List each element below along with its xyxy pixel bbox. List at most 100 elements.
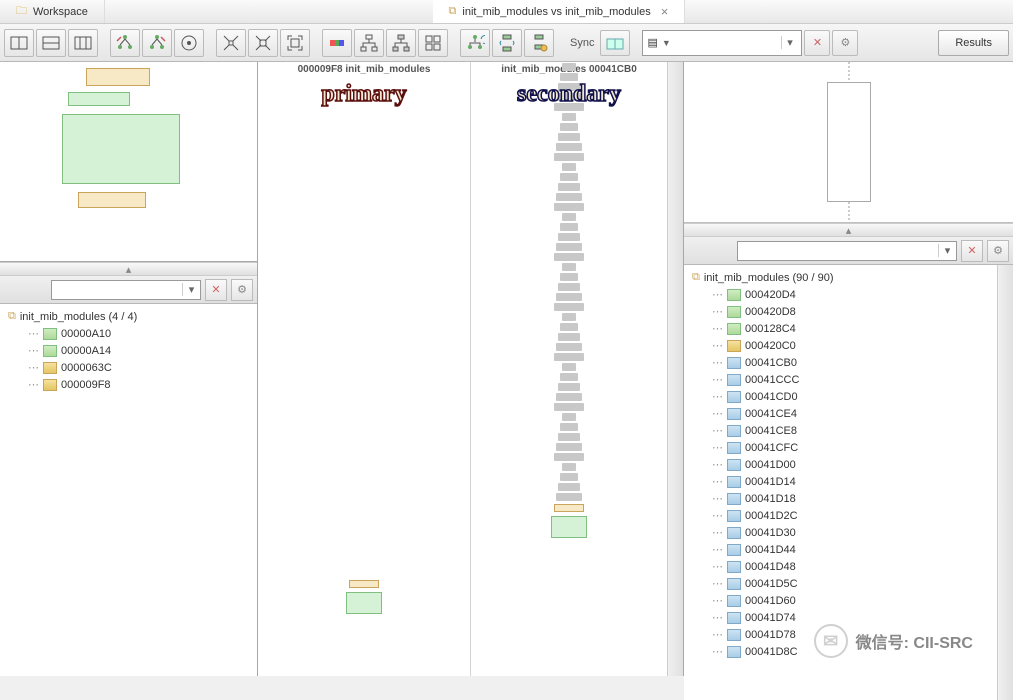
minimap-pane[interactable] bbox=[684, 62, 1013, 223]
filter-dropdown[interactable]: ▤ ▼ ▾ bbox=[642, 30, 802, 56]
block-button-1[interactable] bbox=[418, 29, 448, 57]
layout-button-2[interactable] bbox=[36, 29, 66, 57]
tree-item-label: 00000A14 bbox=[61, 345, 111, 357]
overview-block-1 bbox=[86, 68, 150, 86]
hierarchy-button-1[interactable] bbox=[354, 29, 384, 57]
secondary-block-yellow bbox=[554, 504, 584, 512]
tree-item[interactable]: ⋯00041D60 bbox=[688, 592, 993, 609]
tree-item[interactable]: ⋯00041D5C bbox=[688, 575, 993, 592]
tree-item[interactable]: ⋯000420D8 bbox=[688, 303, 993, 320]
left-tree-settings-button[interactable]: ⚙ bbox=[231, 279, 253, 301]
tree-item[interactable]: ⋯00041D44 bbox=[688, 541, 993, 558]
folder-icon bbox=[727, 527, 741, 539]
secondary-scrollbar[interactable] bbox=[667, 62, 683, 676]
tree-item[interactable]: ⋯00041CCC bbox=[688, 371, 993, 388]
folder-icon bbox=[727, 323, 741, 335]
tree-item[interactable]: ⋯000009F8 bbox=[4, 376, 253, 393]
folder-icon: 🗀 bbox=[16, 2, 27, 21]
tree-item[interactable]: ⋯00000A14 bbox=[4, 342, 253, 359]
close-icon[interactable]: × bbox=[661, 4, 669, 19]
tree-item[interactable]: ⋯00041CFC bbox=[688, 439, 993, 456]
left-tree-filter-combo[interactable]: ▾ bbox=[51, 280, 201, 300]
clear-filter-button[interactable]: ✕ bbox=[804, 30, 830, 56]
tree-item[interactable]: ⋯00041CE4 bbox=[688, 405, 993, 422]
right-tree-content[interactable]: ⧉ init_mib_modules (90 / 90) ⋯000420D4⋯0… bbox=[684, 265, 997, 700]
tree-item[interactable]: ⋯00041D14 bbox=[688, 473, 993, 490]
dropdown-button[interactable]: ▾ bbox=[781, 36, 797, 49]
tree-cycle-button[interactable] bbox=[492, 29, 522, 57]
graph-mini-block bbox=[560, 473, 578, 481]
expand-button[interactable] bbox=[216, 29, 246, 57]
left-tree-root[interactable]: ⧉ init_mib_modules (4 / 4) bbox=[4, 308, 253, 325]
graph-mini-block bbox=[558, 283, 580, 291]
tree-item[interactable]: ⋯00041D8C bbox=[688, 643, 993, 660]
tree-item[interactable]: ⋯00041CE8 bbox=[688, 422, 993, 439]
tree-item[interactable]: ⋯00041D00 bbox=[688, 456, 993, 473]
graph-button-1[interactable] bbox=[110, 29, 140, 57]
tree-item[interactable]: ⋯00041D48 bbox=[688, 558, 993, 575]
right-tree-filter-combo[interactable]: ▾ bbox=[737, 241, 957, 261]
right-tree-scrollbar[interactable] bbox=[997, 265, 1013, 700]
tree-item-label: 00041CE4 bbox=[745, 408, 797, 420]
overview-collapse-handle[interactable]: ▴ bbox=[0, 262, 257, 276]
folder-icon bbox=[727, 425, 741, 437]
tree-lock-button[interactable] bbox=[524, 29, 554, 57]
diff-tab[interactable]: ⧉ init_mib_modules vs init_mib_modules × bbox=[433, 0, 686, 23]
tree-item[interactable]: ⋯00041CD0 bbox=[688, 388, 993, 405]
right-tree-settings-button[interactable]: ⚙ bbox=[987, 240, 1009, 262]
workspace-tab[interactable]: 🗀 Workspace bbox=[0, 0, 105, 23]
tree-item[interactable]: ⋯00041CB0 bbox=[688, 354, 993, 371]
minimap-collapse-handle[interactable]: ▴ bbox=[684, 223, 1013, 237]
tree-item-label: 00041D60 bbox=[745, 595, 796, 607]
tree-refresh-button[interactable] bbox=[460, 29, 490, 57]
tree-item-label: 00041CE8 bbox=[745, 425, 797, 437]
target-button[interactable] bbox=[174, 29, 204, 57]
diff-tab-icon: ⧉ bbox=[449, 5, 457, 18]
tree-item[interactable]: ⋯00041D2C bbox=[688, 507, 993, 524]
layout-button-1[interactable] bbox=[4, 29, 34, 57]
settings-button[interactable]: ⚙ bbox=[832, 30, 858, 56]
folder-icon bbox=[43, 379, 57, 391]
combo-caret-icon[interactable]: ▾ bbox=[182, 283, 200, 296]
tree-item[interactable]: ⋯000420C0 bbox=[688, 337, 993, 354]
tree-item[interactable]: ⋯000420D4 bbox=[688, 286, 993, 303]
tree-item[interactable]: ⋯000128C4 bbox=[688, 320, 993, 337]
layout-button-3[interactable] bbox=[68, 29, 98, 57]
folder-icon bbox=[727, 629, 741, 641]
tree-item[interactable]: ⋯00000A10 bbox=[4, 325, 253, 342]
tree-item[interactable]: ⋯00041D30 bbox=[688, 524, 993, 541]
left-tree-content[interactable]: ⧉ init_mib_modules (4 / 4) ⋯00000A10⋯000… bbox=[0, 304, 257, 676]
tree-item-label: 00041D30 bbox=[745, 527, 796, 539]
hierarchy-button-2[interactable] bbox=[386, 29, 416, 57]
tree-item[interactable]: ⋯00041D74 bbox=[688, 609, 993, 626]
workspace-tab-label: Workspace bbox=[33, 6, 88, 18]
tree-item-label: 000420D8 bbox=[745, 306, 796, 318]
graph-mini-block bbox=[556, 143, 582, 151]
overview-pane[interactable] bbox=[0, 62, 257, 262]
graph-mini-block bbox=[558, 183, 580, 191]
tab-bar: 🗀 Workspace ⧉ init_mib_modules vs init_m… bbox=[0, 0, 1013, 24]
tree-item[interactable]: ⋯00041D18 bbox=[688, 490, 993, 507]
right-tree-root[interactable]: ⧉ init_mib_modules (90 / 90) bbox=[688, 269, 993, 286]
graph-mini-block bbox=[562, 413, 576, 421]
secondary-canvas[interactable] bbox=[471, 62, 667, 676]
graph-mini-block bbox=[554, 403, 584, 411]
right-tree-clear-button[interactable]: ✕ bbox=[961, 240, 983, 262]
left-tree-clear-button[interactable]: ✕ bbox=[205, 279, 227, 301]
graph-mini-block bbox=[562, 213, 576, 221]
tree-item[interactable]: ⋯00041D78 bbox=[688, 626, 993, 643]
results-button[interactable]: Results bbox=[938, 30, 1009, 56]
color-button-1[interactable] bbox=[322, 29, 352, 57]
primary-canvas[interactable] bbox=[258, 112, 470, 676]
collapse-button[interactable] bbox=[248, 29, 278, 57]
primary-pane[interactable]: 000009F8 init_mib_modules primary bbox=[258, 62, 470, 676]
graph-mini-block bbox=[558, 333, 580, 341]
folder-icon bbox=[727, 459, 741, 471]
tree-item[interactable]: ⋯0000063C bbox=[4, 359, 253, 376]
graph-button-2[interactable] bbox=[142, 29, 172, 57]
combo-caret-icon[interactable]: ▾ bbox=[938, 244, 956, 257]
secondary-pane[interactable]: init_mib_modules 00041CB0 secondary bbox=[471, 62, 683, 676]
graph-mini-block bbox=[562, 163, 576, 171]
sync-button[interactable] bbox=[600, 30, 630, 56]
fit-button[interactable] bbox=[280, 29, 310, 57]
